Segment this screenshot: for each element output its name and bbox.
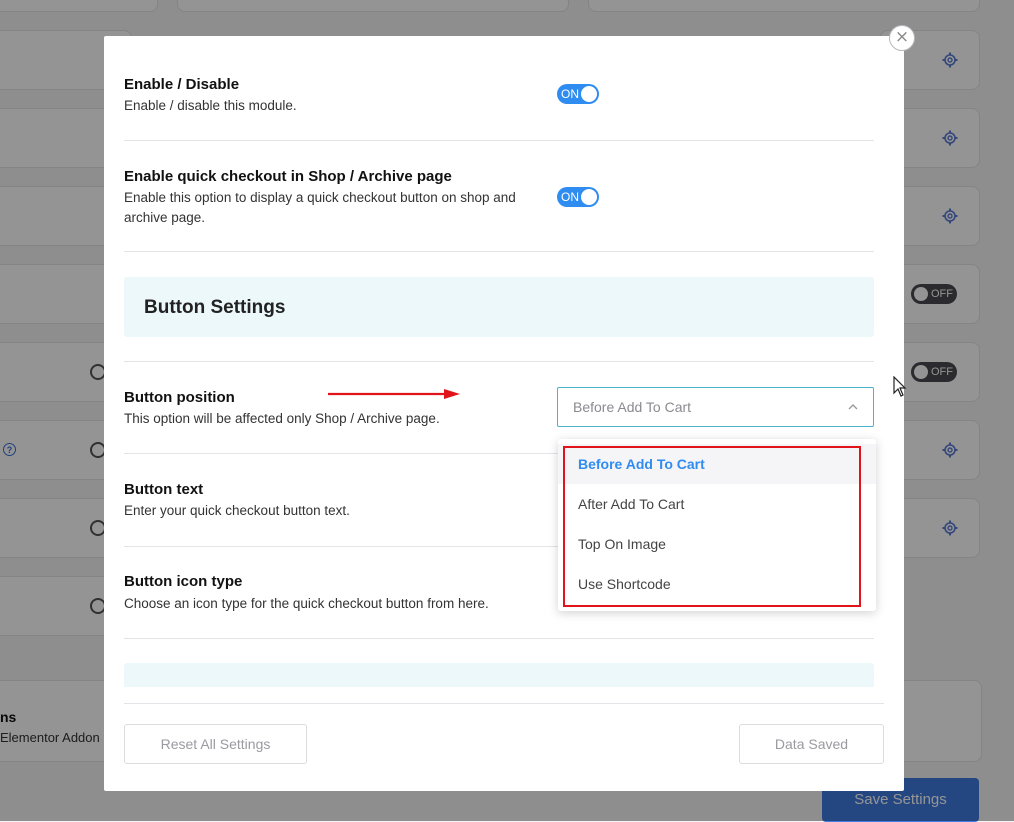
button-position-dropdown: Before Add To Cart After Add To Cart Top… [558, 439, 876, 611]
section-banner: Button Settings [124, 277, 874, 337]
section-title: Button Settings [144, 297, 286, 318]
reset-all-settings-button[interactable]: Reset All Settings [124, 724, 307, 764]
quick-checkout-toggle[interactable]: ON [557, 187, 599, 207]
select-value: Before Add To Cart [573, 399, 692, 415]
setting-description: Enter your quick checkout button text. [124, 503, 350, 518]
setting-row-enable: Enable / Disable Enable / disable this m… [124, 36, 874, 141]
arrow-right-icon [328, 388, 460, 400]
setting-title: Button position [124, 389, 235, 406]
toggle-label: ON [561, 87, 579, 101]
footer-divider [124, 703, 884, 704]
dropdown-option[interactable]: Top On Image [558, 524, 876, 564]
setting-description: Enable this option to display a quick ch… [124, 190, 516, 205]
data-saved-button[interactable]: Data Saved [739, 724, 884, 764]
button-position-select[interactable]: Before Add To Cart [557, 387, 874, 427]
divider [124, 337, 874, 362]
enable-module-toggle[interactable]: ON [557, 84, 599, 104]
toggle-knob [581, 189, 597, 205]
setting-title: Enable / Disable [124, 76, 240, 93]
toggle-label: ON [561, 190, 579, 204]
setting-row-quick-checkout: Enable quick checkout in Shop / Archive … [124, 140, 874, 252]
setting-title: Enable quick checkout in Shop / Archive … [124, 168, 452, 185]
setting-description: This option will be affected only Shop /… [124, 411, 440, 426]
mouse-cursor-icon [893, 376, 907, 398]
dropdown-option[interactable]: After Add To Cart [558, 484, 876, 524]
setting-description: archive page. [124, 210, 206, 225]
setting-title: Button text [124, 481, 204, 498]
setting-description: Choose an icon type for the quick checko… [124, 596, 489, 611]
section-banner-partial [124, 663, 874, 687]
toggle-knob [581, 86, 597, 102]
dropdown-option[interactable]: Before Add To Cart [558, 444, 876, 484]
setting-description: Enable / disable this module. [124, 98, 297, 113]
setting-title: Button icon type [124, 573, 243, 590]
chevron-up-icon [847, 401, 859, 413]
close-icon[interactable]: × [889, 25, 915, 51]
dropdown-option[interactable]: Use Shortcode [558, 564, 876, 604]
settings-modal: Enable / Disable Enable / disable this m… [104, 36, 904, 791]
